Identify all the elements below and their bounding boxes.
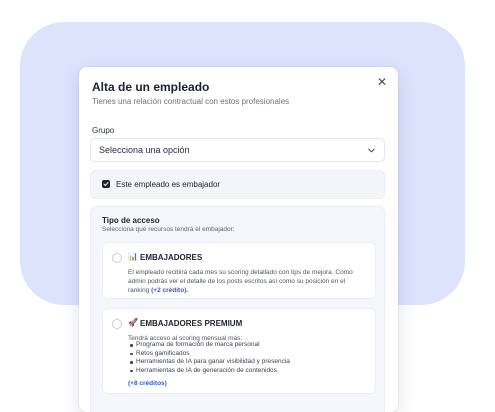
feature-item: Retos gamificados: [128, 350, 290, 359]
feature-item: Herramientas de IA para ganar visibilida…: [128, 358, 290, 367]
feature-item: Programa de formación de marca personal: [128, 341, 290, 350]
access-type-title: Tipo de acceso: [102, 216, 160, 225]
group-label: Grupo: [92, 126, 115, 135]
close-icon[interactable]: ✕: [375, 75, 389, 89]
option-embajadores[interactable]: 📊 EMBAJADORES El empleado recibirá cada …: [102, 242, 376, 299]
option-embajadores-premium[interactable]: 🚀 EMBAJADORES PREMIUM Tendrá acceso al s…: [102, 308, 376, 394]
group-select-value: Selecciona una opción: [99, 145, 190, 155]
feature-item: Herramientas de IA de generación de cont…: [128, 367, 290, 376]
modal-subtitle: Tienes una relación contractual con esto…: [92, 97, 290, 106]
ambassador-label: Este empleado es embajador: [116, 180, 221, 189]
rocket-icon: 🚀: [128, 318, 138, 327]
option-premium-credits: (+8 créditos): [128, 380, 167, 387]
option-embajadores-title: EMBAJADORES: [140, 253, 203, 262]
bar-chart-icon: 📊: [128, 252, 138, 261]
ambassador-toggle-row[interactable]: Este empleado es embajador: [90, 170, 385, 199]
ambassador-checkbox[interactable]: [102, 180, 110, 188]
group-select[interactable]: Selecciona una opción: [90, 138, 385, 162]
option-embajadores-credits: (+2 crédito).: [151, 287, 189, 294]
modal-title: Alta de un empleado: [92, 80, 210, 94]
option-premium-feature-list: Programa de formación de marca personal …: [128, 341, 290, 375]
option-premium-title: EMBAJADORES PREMIUM: [140, 319, 243, 328]
chevron-down-icon: [368, 148, 375, 153]
option-embajadores-description: El empleado recibirá cada mes su scoring…: [128, 268, 368, 295]
check-icon: [103, 182, 109, 186]
option-premium-radio[interactable]: [112, 319, 122, 329]
access-type-section: Tipo de acceso Selecciona qué recursos t…: [90, 206, 385, 412]
employee-modal: ✕ Alta de un empleado Tienes una relació…: [79, 67, 398, 412]
access-type-subtitle: Selecciona qué recursos tendrá el embaja…: [102, 226, 235, 233]
option-embajadores-radio[interactable]: [112, 253, 122, 263]
